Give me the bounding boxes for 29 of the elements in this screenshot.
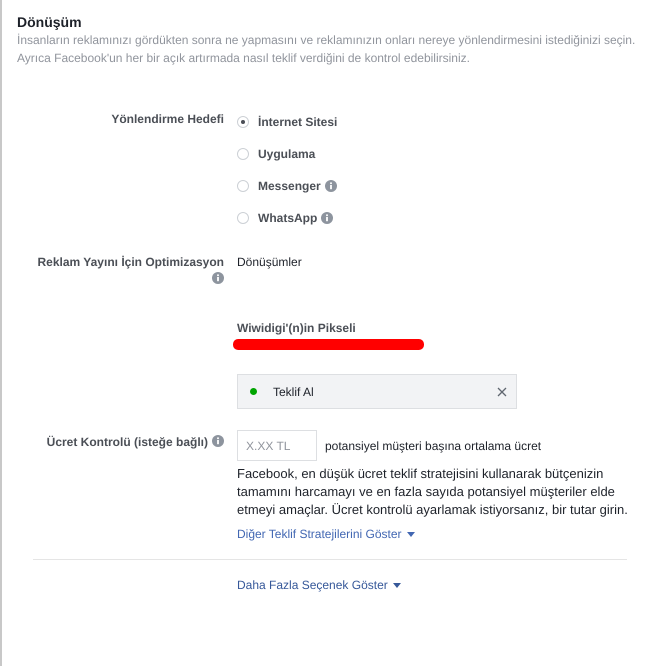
field-label: Reklam Yayını İçin Optimizasyon [37,255,224,269]
caret-icon [392,582,401,588]
field-label: Ücret Kontrolü (isteğe bağlı) [46,435,208,449]
amount-field[interactable]: X.XX TL [237,430,317,461]
caret-icon [406,532,415,536]
close-icon[interactable] [497,386,507,396]
info-icon[interactable] [321,212,334,224]
field-value: Dönüşümler [237,255,302,269]
event-name: Teklif Al [273,384,315,398]
section-description: İnsanların reklamınızı gördükten sonra ne yapmasını ve reklamınızın onları nereye yönlendirmesini istediğinizi seçin. Ayrıca Facebook'un her bir açık artırmada nasıl teklif verdiğini de kontrol edebilirsiniz. [17,32,636,67]
radio-button[interactable] [237,148,249,160]
radio-button[interactable] [237,116,249,128]
radio-button[interactable] [237,212,249,224]
info-icon[interactable] [212,272,224,284]
pixel-name: Wiwidigi'(n)in Pikseli [237,321,357,335]
help-text: Facebook, en düşük ücret teklif stratejisini kullanarak bütçenizin tamamını harcamayı ve en fazla sayıda potansiyel müşteriler elde etmeyi amaçlar. Ücret kontrolü ayarlamak istiyorsanız, bir tutar girin. [237,465,629,519]
radio-label[interactable]: Uygulama [258,147,316,161]
radio-label[interactable]: WhatsApp [258,211,318,225]
radio-button[interactable] [237,180,249,192]
info-icon[interactable] [212,435,224,447]
more-options-link[interactable]: Daha Fazla Seçenek Göster [237,578,401,592]
strategies-link[interactable]: Diğer Teklif Stratejilerini Göster [237,527,415,541]
info-icon[interactable] [324,180,337,192]
event-selector[interactable]: Teklif Al [237,374,517,409]
section-title: Dönüşüm [17,13,83,31]
radio-label[interactable]: Messenger [258,179,321,193]
field-label: Yönlendirme Hedefi [111,112,224,126]
radio-label[interactable]: İnternet Sitesi [258,115,338,129]
field-suffix: potansiyel müşteri başına ortalama ücret [325,438,542,452]
